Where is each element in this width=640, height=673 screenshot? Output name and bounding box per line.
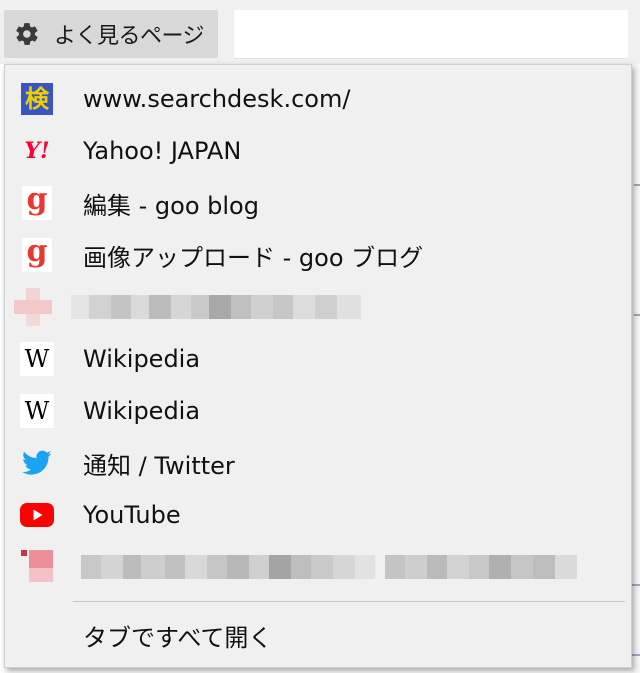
menu-item-blurred[interactable]: [5, 281, 631, 333]
menu-item-wikipedia-2[interactable]: W Wikipedia: [5, 385, 631, 437]
most-visited-dropdown: 検 www.searchdesk.com/ Y! Yahoo! JAPAN g …: [4, 64, 632, 668]
most-visited-button[interactable]: よく見るページ: [4, 10, 218, 58]
yahoo-favicon-icon: Y!: [17, 131, 57, 171]
menu-separator: [73, 601, 625, 602]
blurred-label: [81, 555, 375, 579]
menu-item-yahoo[interactable]: Y! Yahoo! JAPAN: [5, 125, 631, 177]
twitter-bird-icon: [17, 443, 57, 483]
wikipedia-favicon-icon: W: [17, 339, 57, 379]
goo-favicon-icon: g: [17, 183, 57, 223]
gear-icon: [16, 23, 38, 45]
menu-item-label: www.searchdesk.com/: [83, 85, 351, 113]
favicon-glyph: Y!: [24, 138, 50, 164]
open-all-in-tabs[interactable]: タブですべて開く: [5, 609, 631, 661]
goo-favicon-icon: g: [17, 235, 57, 275]
menu-item-goo-blog-edit[interactable]: g 編集 - goo blog: [5, 177, 631, 229]
menu-item-searchdesk[interactable]: 検 www.searchdesk.com/: [5, 73, 631, 125]
menu-item-youtube[interactable]: YouTube: [5, 489, 631, 541]
open-all-in-tabs-label: タブですべて開く: [83, 623, 273, 652]
menu-item-wikipedia-1[interactable]: W Wikipedia: [5, 333, 631, 385]
toolbar-blank-area: [234, 10, 628, 59]
menu-item-blurred-2[interactable]: [5, 541, 631, 593]
blurred-label-2: [385, 555, 577, 579]
youtube-play-icon: [17, 495, 57, 535]
favicon-glyph: W: [24, 345, 50, 373]
menu-item-label: 通知 / Twitter: [83, 451, 235, 480]
menu-item-label: YouTube: [83, 501, 181, 529]
menu-item-label: 編集 - goo blog: [83, 191, 259, 220]
blurred-favicon-icon: [15, 547, 55, 587]
favicon-glyph: W: [24, 397, 50, 425]
favicon-glyph: 検: [25, 85, 49, 113]
menu-item-label: Wikipedia: [83, 397, 201, 425]
favicon-glyph: g: [26, 182, 48, 217]
menu-item-label: Wikipedia: [83, 345, 201, 373]
menu-item-label: Yahoo! JAPAN: [83, 137, 242, 165]
wikipedia-favicon-icon: W: [17, 391, 57, 431]
blurred-label: [71, 295, 361, 319]
blurred-favicon-icon: [13, 287, 53, 327]
bookmarks-toolbar: よく見るページ: [0, 0, 640, 64]
favicon-glyph: g: [26, 234, 48, 269]
menu-item-twitter[interactable]: 通知 / Twitter: [5, 437, 631, 489]
menu-item-label: 画像アップロード - goo ブログ: [83, 243, 424, 272]
menu-item-goo-image-upload[interactable]: g 画像アップロード - goo ブログ: [5, 229, 631, 281]
kanji-search-favicon-icon: 検: [17, 79, 57, 119]
most-visited-label: よく見るページ: [54, 24, 205, 49]
